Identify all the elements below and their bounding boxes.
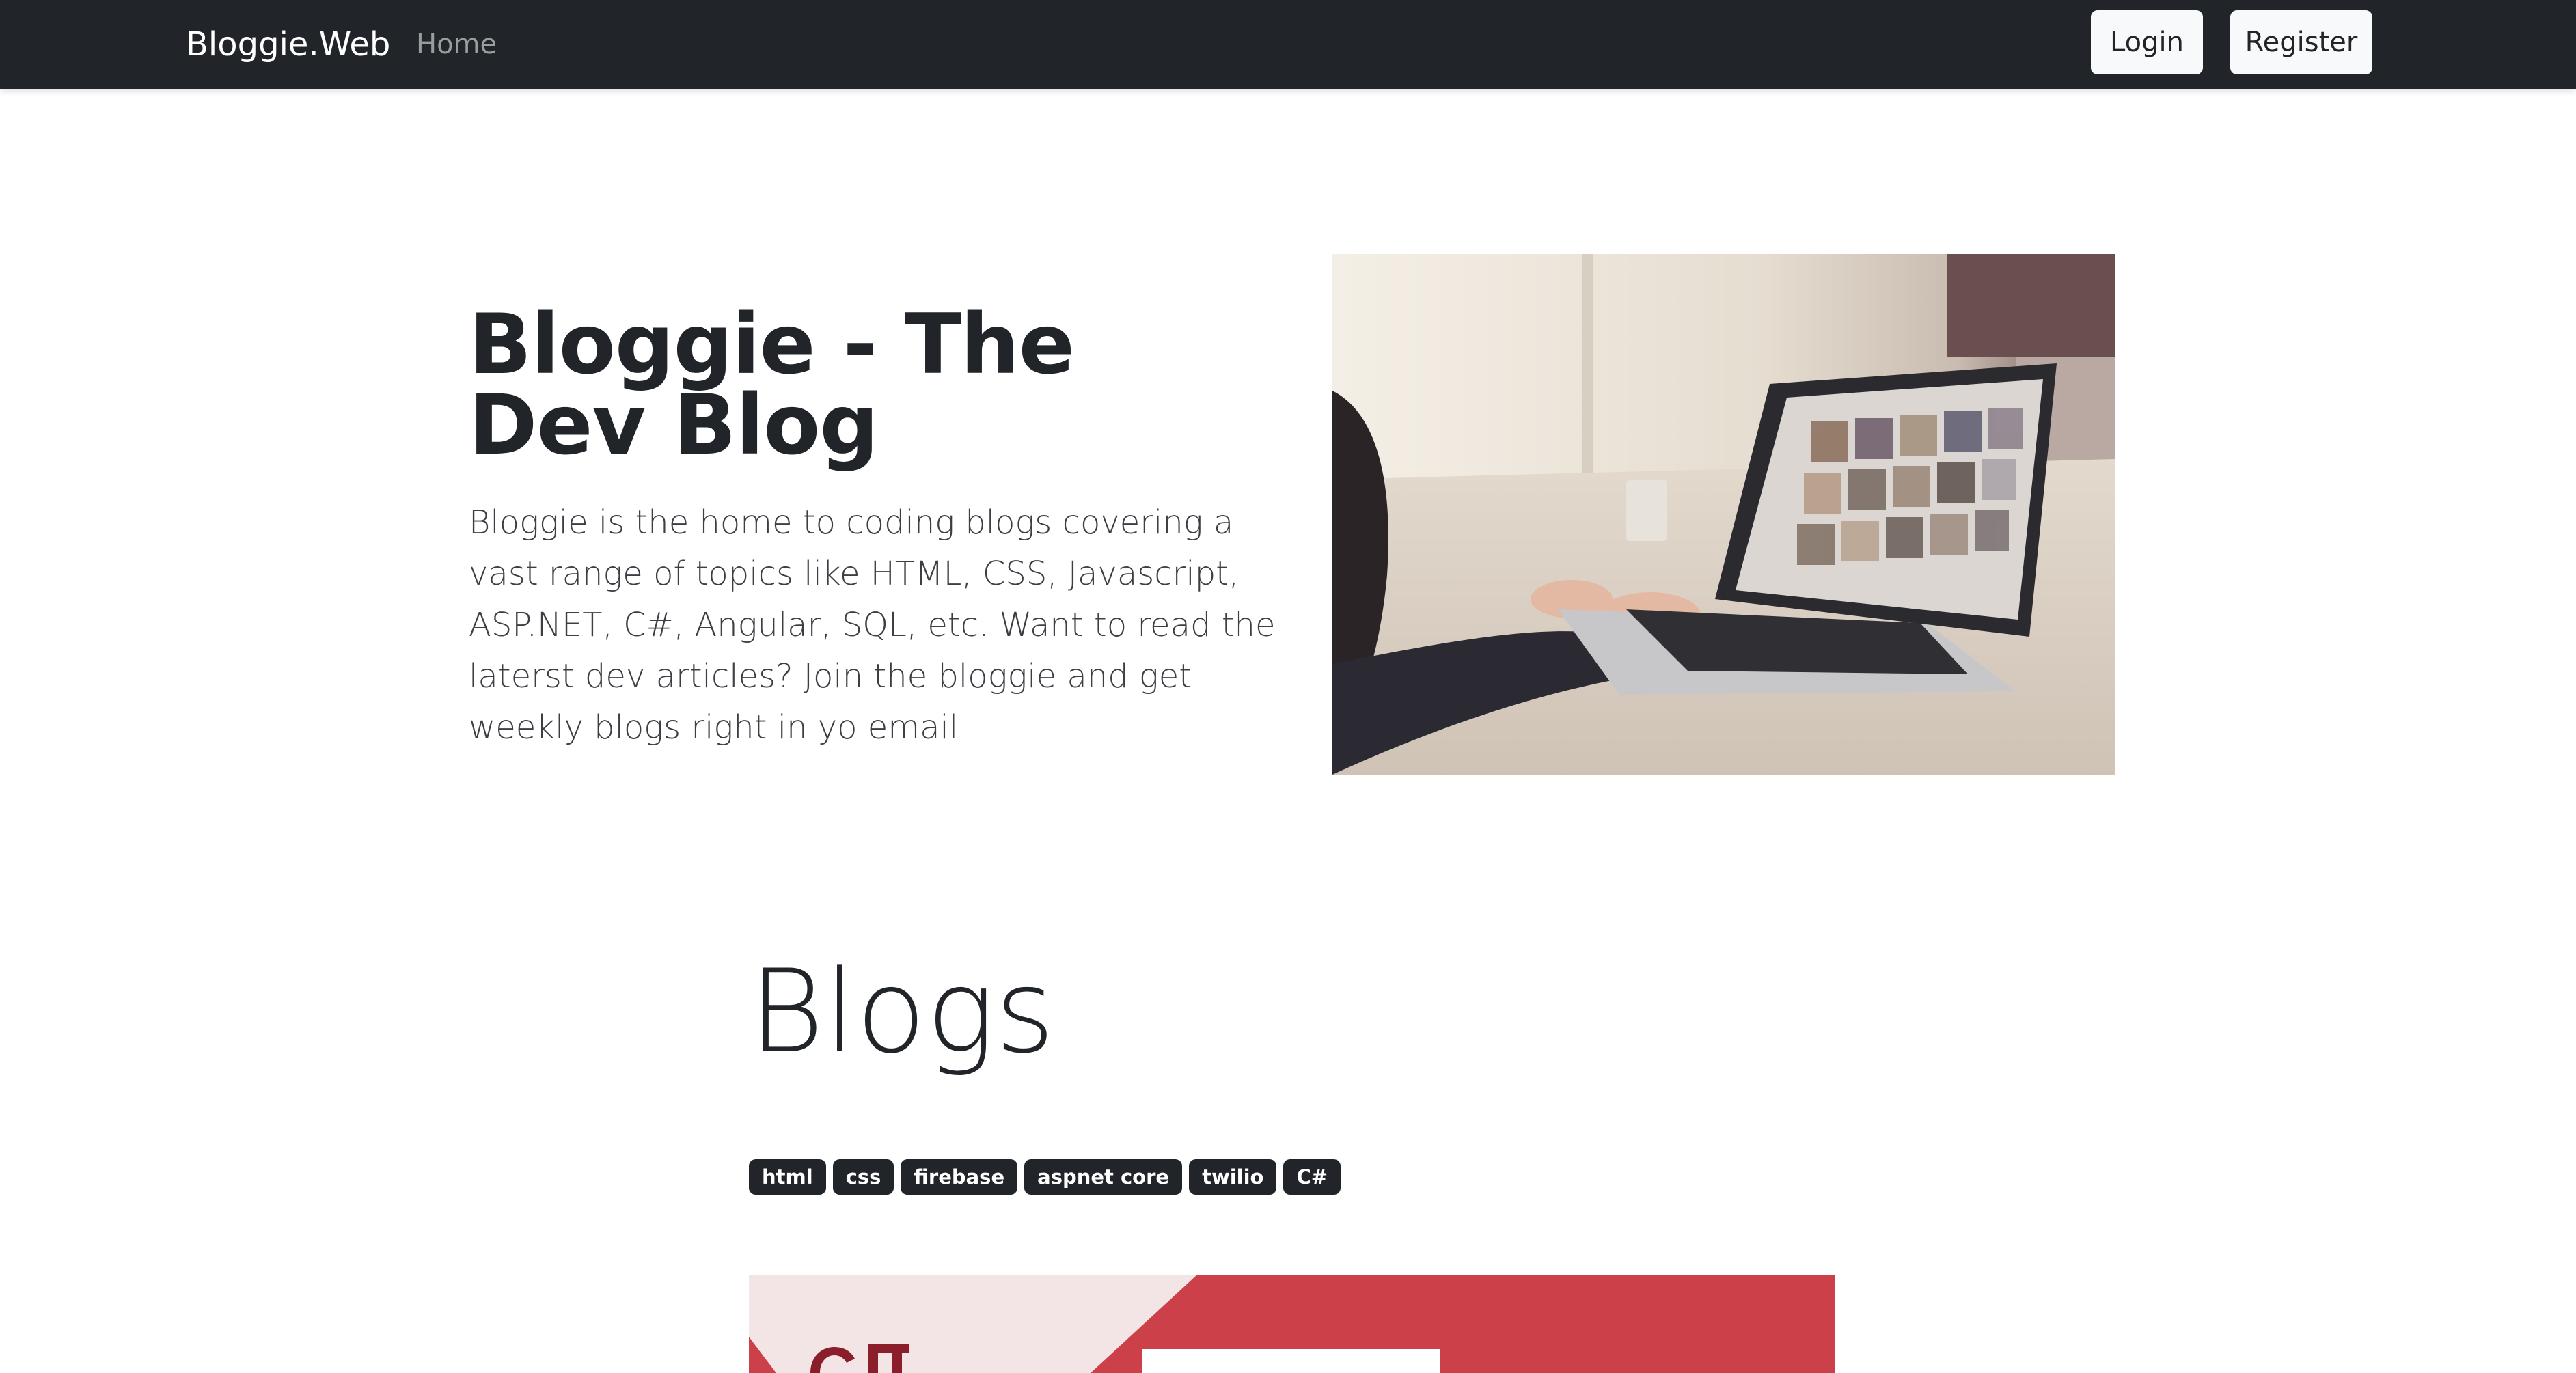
hero-laptop-image	[1332, 254, 2115, 775]
blogs-heading: Blogs	[749, 945, 1055, 1079]
blog-post-featured-image[interactable]	[749, 1275, 1835, 1373]
tag-css[interactable]: css	[832, 1159, 894, 1195]
tag-list: html css firebase aspnet core twilio C#	[749, 1159, 1341, 1195]
tag-twilio[interactable]: twilio	[1189, 1159, 1277, 1195]
nav-link-home[interactable]: Home	[416, 29, 497, 60]
tag-csharp[interactable]: C#	[1283, 1159, 1341, 1195]
tag-firebase[interactable]: firebase	[901, 1159, 1018, 1195]
hero-description: Bloggie is the home to coding blogs cove…	[469, 503, 1276, 747]
hero-title: Bloggie - The Dev Blog	[469, 296, 1075, 473]
tag-html[interactable]: html	[749, 1159, 826, 1195]
register-button[interactable]: Register	[2230, 10, 2372, 74]
login-button[interactable]: Login	[2091, 10, 2203, 74]
tag-aspnet-core[interactable]: aspnet core	[1024, 1159, 1183, 1195]
top-navbar: Bloggie.Web Home Login Register	[0, 0, 2576, 89]
brand-logo-link[interactable]: Bloggie.Web	[186, 25, 390, 64]
